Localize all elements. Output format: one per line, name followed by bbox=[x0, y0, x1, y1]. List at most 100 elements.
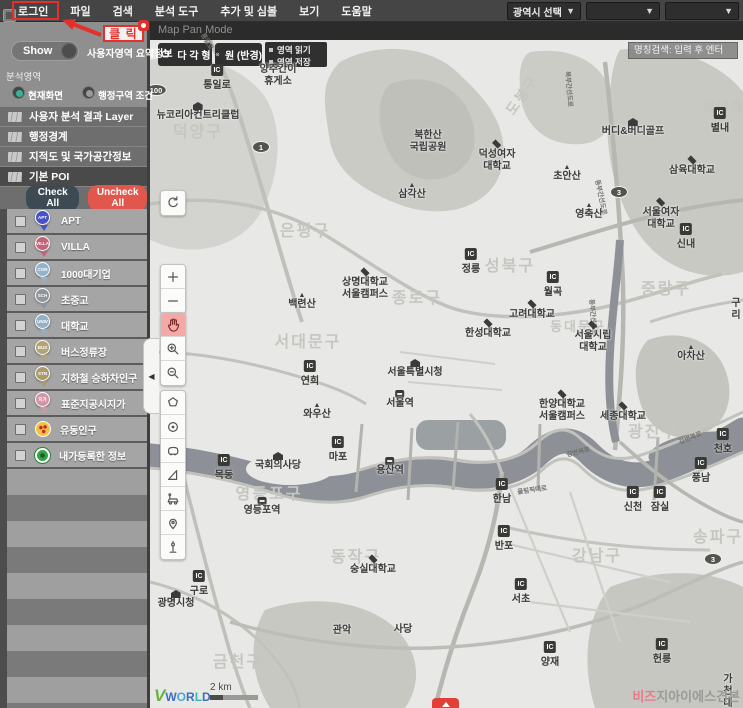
map-label-text: 한양대학교 서울캠퍼스 bbox=[539, 399, 585, 422]
poi-row-8[interactable]: 유동인구 bbox=[7, 417, 147, 443]
map-label-text: 서울특별시청 bbox=[387, 367, 443, 378]
poi-checkbox[interactable] bbox=[15, 449, 26, 461]
poi-label: 초중고 bbox=[61, 295, 89, 307]
magnify-out-button[interactable] bbox=[161, 361, 185, 385]
poi-checkbox[interactable] bbox=[15, 319, 26, 331]
poi-row-6[interactable]: STN 지하철 승하차인구 bbox=[7, 365, 147, 391]
draw-circle-button[interactable] bbox=[161, 415, 185, 439]
poi-pin-icon: SCH bbox=[35, 288, 52, 310]
layer-row-0[interactable]: 사용자 분석 결과 Layer bbox=[0, 107, 147, 127]
map-label-text: 국회의사당 bbox=[255, 460, 301, 471]
route-car-button[interactable] bbox=[161, 487, 185, 511]
map-label-text: 용산역 bbox=[376, 465, 404, 476]
layer-row-2[interactable]: 지적도 및 국가공간정보 bbox=[0, 147, 147, 167]
layer-row-3[interactable]: 기본 POI bbox=[0, 167, 147, 187]
logo-letter: L bbox=[194, 690, 203, 704]
menu-item-view[interactable]: 보기 bbox=[299, 3, 319, 19]
poi-checkbox[interactable] bbox=[15, 293, 26, 305]
university-icon bbox=[618, 401, 628, 411]
measure-angle-button[interactable] bbox=[161, 463, 185, 487]
poi-row-7[interactable]: 지가 표준지공시지가 bbox=[7, 391, 147, 417]
poi-row-1[interactable]: VILLA VILLA bbox=[7, 235, 147, 261]
poi-row-3[interactable]: SCH 초중고 bbox=[7, 287, 147, 313]
region-select-2[interactable]: ▼ bbox=[586, 2, 660, 20]
map-label: 북한산 국립공원 bbox=[410, 130, 447, 154]
ic-label: 천호 bbox=[713, 444, 733, 455]
menu-item-help[interactable]: 도움말 bbox=[341, 3, 371, 19]
poi-checkbox[interactable] bbox=[15, 267, 26, 279]
check-all-button[interactable]: Check All bbox=[26, 185, 80, 211]
district-label: 금천구 bbox=[212, 654, 264, 671]
refresh-button[interactable] bbox=[161, 191, 185, 215]
pan-hand-button[interactable] bbox=[161, 313, 185, 337]
empty-row bbox=[7, 599, 147, 625]
route-number-badge: 3 bbox=[704, 553, 722, 565]
map-label-text: 광명시청 bbox=[157, 598, 195, 609]
place-pin-button[interactable] bbox=[161, 511, 185, 535]
region-select-1[interactable]: 광역시 선택 ▼ bbox=[507, 2, 581, 20]
poi-checkbox[interactable] bbox=[15, 345, 26, 357]
magnify-in-icon bbox=[167, 343, 179, 354]
poi-checkbox[interactable] bbox=[15, 423, 26, 435]
measure-area-button[interactable] bbox=[161, 439, 185, 463]
toolbar-group-0 bbox=[160, 190, 186, 216]
login-highlight-box bbox=[12, 1, 59, 20]
poi-row-4[interactable]: UNIV 대학교 bbox=[7, 313, 147, 339]
poi-pin-icon: 지가 bbox=[35, 392, 52, 414]
magnify-in-button[interactable] bbox=[161, 337, 185, 361]
menu-item-add-symbol[interactable]: 추가 및 심볼 bbox=[220, 3, 277, 19]
sidebar-collapse-handle[interactable]: ◀ bbox=[143, 338, 159, 414]
layer-label: 행정경계 bbox=[29, 131, 68, 143]
logo-letter: D bbox=[202, 690, 211, 704]
poi-row-0[interactable]: APT APT bbox=[7, 209, 147, 235]
map-label: 관악 bbox=[333, 625, 351, 637]
analysis-radio-row: 현재화면 행정구역 조건 bbox=[0, 82, 153, 104]
map-label-text: 백련산 bbox=[288, 299, 316, 310]
ic-interchange: IC 서초 bbox=[512, 578, 530, 605]
zoom-out-button[interactable] bbox=[161, 289, 185, 313]
refresh-icon bbox=[168, 196, 178, 208]
map-label-text: 삼육대학교 bbox=[669, 165, 715, 176]
name-search-input[interactable] bbox=[628, 42, 738, 59]
magnify-out-icon bbox=[167, 367, 179, 379]
poi-checkbox[interactable] bbox=[15, 397, 26, 409]
area-read-button[interactable]: 영역 읽기 bbox=[269, 44, 323, 56]
poi-row-5[interactable]: BUS 버스정류장 bbox=[7, 339, 147, 365]
radio-current-view[interactable] bbox=[12, 86, 25, 99]
radio-admin-area[interactable] bbox=[82, 86, 95, 99]
uncheck-all-button[interactable]: Uncheck All bbox=[88, 185, 147, 211]
ic-badge-icon: IC bbox=[547, 271, 559, 283]
red-marker-button[interactable] bbox=[432, 698, 459, 708]
building-icon bbox=[193, 102, 203, 110]
poi-label: 유동인구 bbox=[60, 425, 97, 437]
map-label: 영등포역 bbox=[244, 497, 280, 517]
toggle-knob-icon[interactable] bbox=[61, 43, 77, 59]
layer-row-1[interactable]: 행정경계 bbox=[0, 127, 147, 147]
map-viewport[interactable]: Map Pan Mode 다 각 형 원 (반경) 영역 읽기 영역 저장 덕양… bbox=[150, 22, 743, 708]
zoom-in-button[interactable] bbox=[161, 265, 185, 289]
pin-tail bbox=[40, 329, 48, 335]
ic-badge-icon: IC bbox=[332, 436, 344, 448]
ic-label: 정릉 bbox=[461, 264, 481, 275]
region-select-3[interactable]: ▼ bbox=[665, 2, 739, 20]
map-label-text: 양주간이 휴게소 bbox=[259, 64, 297, 87]
draw-polygon-button[interactable] bbox=[161, 391, 185, 415]
menu-item-file[interactable]: 파일 bbox=[70, 3, 90, 19]
menu-item-search[interactable]: 검색 bbox=[113, 3, 133, 19]
poi-row-2[interactable]: COR 1000대기업 bbox=[7, 261, 147, 287]
ic-label: 잠실 bbox=[650, 502, 670, 513]
poi-row-9[interactable]: 내가등록한 정보 bbox=[7, 443, 147, 469]
poi-checkbox[interactable] bbox=[15, 371, 26, 383]
draw-circle-button[interactable]: 원 (반경) bbox=[215, 43, 262, 66]
menu-item-analysis-tools[interactable]: 분석 도구 bbox=[155, 3, 199, 19]
ic-badge-icon: IC bbox=[695, 457, 707, 469]
map-layer-icon bbox=[8, 111, 22, 122]
show-toggle[interactable]: Show bbox=[11, 41, 79, 61]
region-selects: 광역시 선택 ▼ ▼ ▼ bbox=[507, 2, 739, 20]
zoom-out-icon bbox=[168, 300, 178, 302]
map-label-text: 삼각산 bbox=[398, 189, 426, 200]
poi-checkbox[interactable] bbox=[15, 241, 26, 253]
poi-checkbox[interactable] bbox=[15, 215, 26, 227]
survey-point-button[interactable] bbox=[161, 535, 185, 559]
map-label: ▲ 아차산 bbox=[677, 344, 705, 363]
